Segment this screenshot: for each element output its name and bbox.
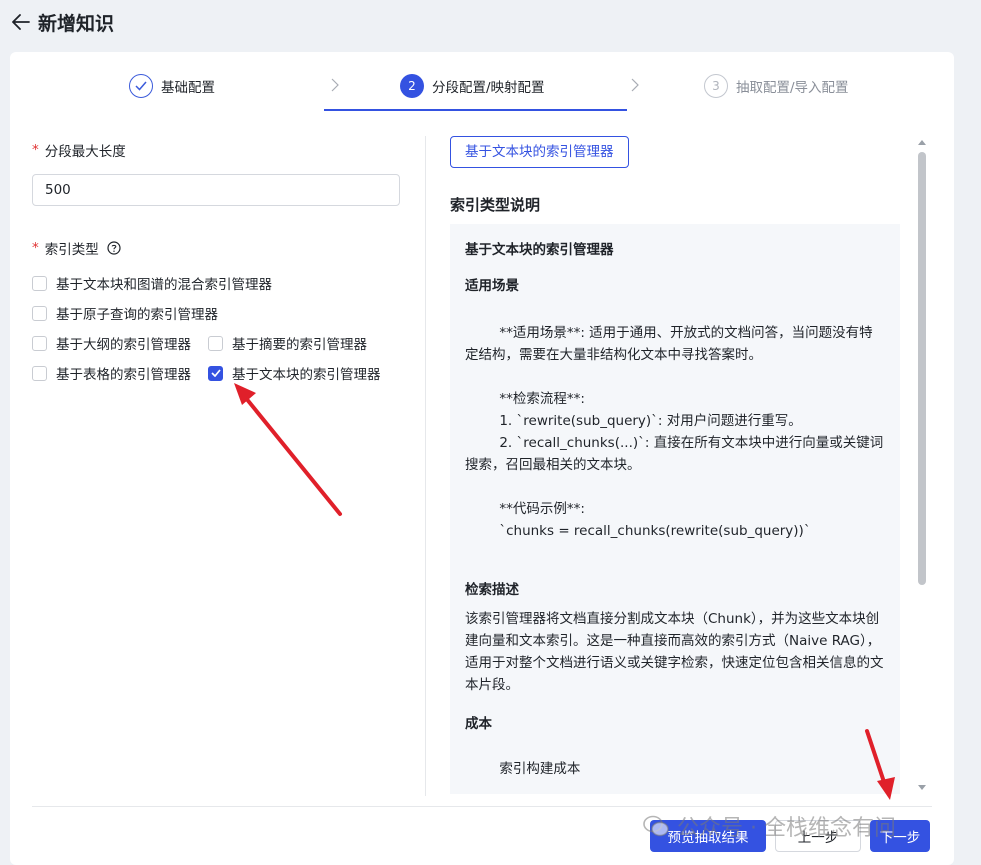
option-label: 基于表格的索引管理器 [56,367,191,383]
cost-text: 索引构建成本 [465,761,581,777]
scene-text: **适用场景**: 适用于通用、开放式的文档问答，当问题没有特定结构，需要在大量… [465,325,873,363]
option-table[interactable]: 基于表格的索引管理器 [32,363,191,383]
index-type-options: 基于文本块和图谱的混合索引管理器 基于原子查询的索引管理器 基于大纲的索引管理器… [32,268,412,388]
watermark: 公众号 · 全栈维念有问 [643,810,896,842]
selected-index-tag[interactable]: 基于文本块的索引管理器 [450,136,629,168]
description-box: 基于文本块的索引管理器 适用场景 **适用场景**: 适用于通用、开放式的文档问… [450,224,900,794]
checkbox[interactable] [32,335,47,351]
section-title: 索引类型说明 [450,196,541,214]
checkbox[interactable] [208,335,223,351]
step-extract-config[interactable]: 3 抽取配置/导入配置 [704,74,849,98]
checkbox[interactable] [32,275,47,291]
help-icon[interactable] [107,241,121,255]
required-mark: * [32,240,39,256]
desc-heading: 基于文本块的索引管理器 [465,242,614,258]
step-label: 抽取配置/导入配置 [736,80,849,96]
code-line: `chunks = recall_chunks(rewrite(sub_quer… [465,523,811,539]
field-label-text: 分段最大长度 [44,144,126,160]
wechat-icon [643,815,669,837]
max-length-label: * 分段最大长度 [32,140,412,160]
active-step-underline [324,109,627,111]
code-title: **代码示例**: [465,501,585,517]
cost-heading: 成本 [465,716,492,732]
flow-title: **检索流程**: [465,391,585,407]
page-title: 新增知识 [38,12,115,35]
check-icon [129,74,153,98]
scrollbar[interactable] [915,138,927,794]
footer-divider [32,806,932,807]
top-bar: 新增知识 [0,0,981,44]
option-label: 基于原子查询的索引管理器 [56,307,218,323]
scroll-thumb[interactable] [918,152,926,585]
checkbox[interactable] [32,365,47,381]
chevron-right-icon [331,78,339,92]
retrieval-text: 该索引管理器将文档直接分割成文本块（Chunk），并为这些文本块创建向量和文本索… [465,611,884,693]
option-atomic-query[interactable]: 基于原子查询的索引管理器 [32,303,218,323]
flow-step-1: 1. `rewrite(sub_query)`: 对用户问题进行重写。 [465,413,802,429]
form-card: 基础配置 2 分段配置/映射配置 3 抽取配置/导入配置 * 分段最大长度 * … [10,52,954,865]
check-icon [210,369,221,377]
flow-step-2: 2. `recall_chunks(...)`: 直接在所有文本块中进行向量或关… [465,435,884,473]
max-length-input[interactable] [32,174,400,206]
option-summary[interactable]: 基于摘要的索引管理器 [208,333,367,353]
checkbox[interactable] [32,305,47,321]
scroll-up-icon[interactable] [917,138,927,146]
back-arrow-icon[interactable] [10,11,32,33]
step-label: 分段配置/映射配置 [432,80,545,96]
watermark-text: 公众号 · 全栈维念有问 [677,816,896,841]
option-text-chunk[interactable]: 基于文本块的索引管理器 [208,363,381,383]
option-label: 基于大纲的索引管理器 [56,337,191,353]
index-type-label: * 索引类型 [32,238,412,258]
option-outline[interactable]: 基于大纲的索引管理器 [32,333,191,353]
step-number: 3 [704,74,728,98]
option-label: 基于摘要的索引管理器 [232,337,367,353]
column-divider [425,136,426,796]
step-label: 基础配置 [161,80,215,96]
index-description-panel: 基于文本块的索引管理器 索引类型说明 基于文本块的索引管理器 适用场景 **适用… [450,136,910,794]
retrieval-heading: 检索描述 [465,582,519,598]
chevron-right-icon [631,78,639,92]
option-label: 基于文本块和图谱的混合索引管理器 [56,277,272,293]
required-mark: * [32,142,39,158]
step-basic-config[interactable]: 基础配置 [129,74,215,98]
step-segment-config[interactable]: 2 分段配置/映射配置 [400,74,545,98]
checkbox-checked[interactable] [208,365,223,381]
option-hybrid-graph[interactable]: 基于文本块和图谱的混合索引管理器 [32,273,272,293]
step-number: 2 [400,74,424,98]
option-label: 基于文本块的索引管理器 [232,367,381,383]
step-indicator: 基础配置 2 分段配置/映射配置 3 抽取配置/导入配置 [10,52,954,114]
left-form: * 分段最大长度 * 索引类型 基于文本块和图谱的混合索引管理器 基于原子查询的… [32,140,412,388]
scroll-down-icon[interactable] [917,784,927,792]
field-label-text: 索引类型 [44,242,99,258]
scene-heading: 适用场景 [465,278,519,294]
